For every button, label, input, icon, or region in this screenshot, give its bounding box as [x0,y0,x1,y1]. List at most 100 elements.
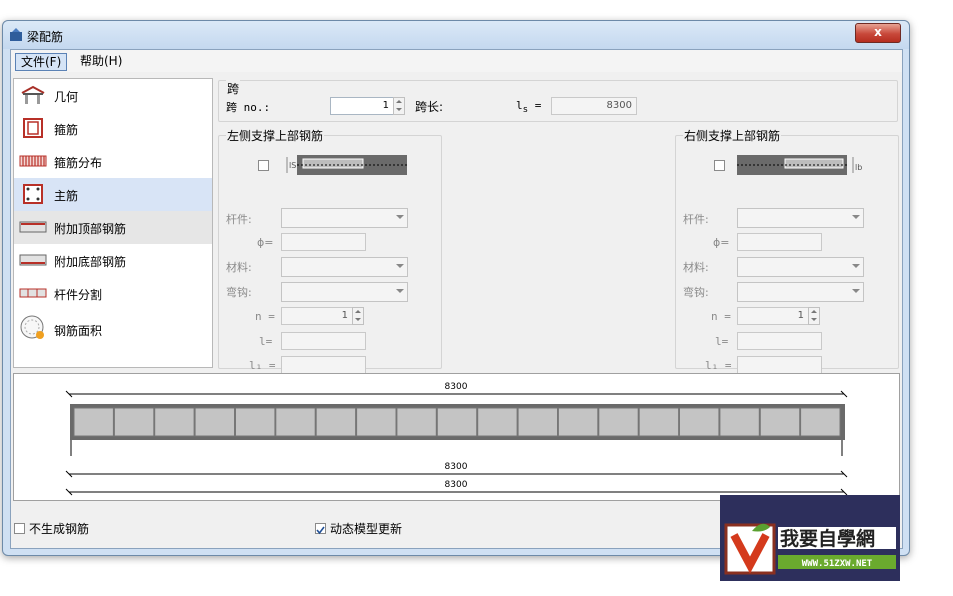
nav-item-stirrup-distribution[interactable]: 箍筋分布 [14,145,212,178]
right-member-label: 杆件: [683,213,709,226]
title-bar[interactable]: 梁配筋 x [3,21,909,49]
watermark-url: WWW.51ZXW.NET [802,559,873,569]
watermark-graphic: 我要自學網 WWW.51ZXW.NET [724,523,896,575]
right-phi-label: ϕ= [713,236,730,249]
nav-item-stirrup[interactable]: 箍筋 [14,112,212,145]
right-l1-label: l₁ = [705,359,732,372]
ls-label: ls = [516,99,542,116]
right-hook-select[interactable] [737,282,864,302]
beam-segment [194,407,236,437]
rebar-area-icon [20,315,44,339]
right-l-label: l= [715,335,729,348]
right-material-label: 材料: [683,261,709,274]
left-l1-field[interactable] [281,356,366,374]
beam-segment [113,407,155,437]
dynamic-update-label: 动态模型更新 [330,522,403,536]
left-support-title: 左侧支撑上部钢筋 [226,127,325,144]
no-rebar-label: 不生成钢筋 [29,522,90,536]
svg-text:lS: lS [289,161,296,170]
span-no-spinner[interactable] [393,97,405,115]
beam-drawing: 8300 8300 8300 [65,382,848,496]
beam-segment [436,407,478,437]
beam-segment [557,407,599,437]
nav-item-main-rebar[interactable]: 主筋 [14,178,212,211]
right-n-field[interactable]: 1 [737,307,809,325]
main-rebar-icon [23,184,43,204]
left-l-field[interactable] [281,332,366,350]
beam-segment [800,407,841,437]
beam-segment [759,407,801,437]
menu-file[interactable]: 文件(F) [15,53,68,71]
window-title: 梁配筋 [27,30,64,44]
right-member-select[interactable] [737,208,864,228]
close-button[interactable]: x [855,23,901,43]
dim-middle: 8300 [445,462,468,472]
right-n-spinner[interactable] [808,307,820,325]
beam-segment [638,407,680,437]
beam-segment [315,407,357,437]
dialog-client: 文件(F) 帮助(H) 几何 箍筋 箍筋分布 主筋 附加顶部钢筋 附加底部钢筋 … [10,49,903,549]
right-l1-field[interactable] [737,356,822,374]
nav-item-geometry[interactable]: 几何 [14,79,212,112]
right-n-label: n = [711,310,731,323]
span-length-label: 跨长: [415,100,444,114]
left-n-spinner[interactable] [352,307,364,325]
right-support-checkbox[interactable] [714,160,725,171]
nav-list: 几何 箍筋 箍筋分布 主筋 附加顶部钢筋 附加底部钢筋 杆件分割 钢筋面积 [13,78,213,368]
beam-segment [719,407,760,437]
left-member-label: 杆件: [226,213,252,226]
beam-segment [356,407,397,437]
left-phi-field[interactable] [281,233,366,251]
span-group-title: 跨 [226,80,241,97]
beam-segment [73,407,114,437]
nav-label: 箍筋分布 [54,156,103,170]
beam-segment [598,407,639,437]
beam-preview: 8300 8300 8300 [13,373,900,501]
stirrup-distribution-icon [19,155,47,167]
left-hook-label: 弯钩: [226,286,252,299]
beam-segment [154,407,195,437]
left-n-field[interactable]: 1 [281,307,353,325]
geometry-icon [21,85,45,104]
nav-label: 主筋 [54,189,79,203]
no-rebar-checkbox[interactable] [14,523,25,534]
beam-segment [679,407,720,437]
left-material-label: 材料: [226,261,252,274]
nav-item-bottom-rebar[interactable]: 附加底部钢筋 [14,244,212,277]
dynamic-update-checkbox[interactable] [315,523,326,535]
beam-segment [235,407,276,437]
menu-help[interactable]: 帮助(H) [75,53,127,69]
left-member-select[interactable] [281,208,408,228]
stirrup-icon [23,118,43,138]
watermark-logo: 我要自學網 WWW.51ZXW.NET [720,495,900,581]
left-support-checkbox[interactable] [258,160,269,171]
check-icon [316,526,325,535]
right-hook-label: 弯钩: [683,286,709,299]
span-no-input[interactable]: 1 [330,97,394,115]
nav-item-member-split[interactable]: 杆件分割 [14,277,212,310]
span-length-field: 8300 [551,97,637,115]
svg-text:lb: lb [855,163,862,172]
span-no-label: 跨 no.: [226,101,271,114]
right-l-field[interactable] [737,332,822,350]
right-rebar-preview-icon: lb [737,155,862,175]
left-material-select[interactable] [281,257,408,277]
nav-label: 钢筋面积 [54,324,103,338]
left-l1-label: l₁ = [249,359,276,372]
nav-label: 几何 [54,90,79,104]
dim-bottom: 8300 [445,480,468,490]
watermark-text: 我要自學網 [780,527,875,550]
nav-item-rebar-area[interactable]: 钢筋面积 [14,310,212,350]
beam-segment [396,407,437,437]
right-material-select[interactable] [737,257,864,277]
left-hook-select[interactable] [281,282,408,302]
beam-segments [73,407,841,437]
beam-segment [517,407,559,437]
nav-item-top-rebar[interactable]: 附加顶部钢筋 [14,211,212,244]
left-rebar-preview-icon: lS [286,155,407,175]
bottom-rebar-icon [19,254,47,266]
nav-label: 箍筋 [54,123,79,137]
left-phi-label: ϕ= [257,236,274,249]
right-phi-field[interactable] [737,233,822,251]
beam-segment [275,407,316,437]
